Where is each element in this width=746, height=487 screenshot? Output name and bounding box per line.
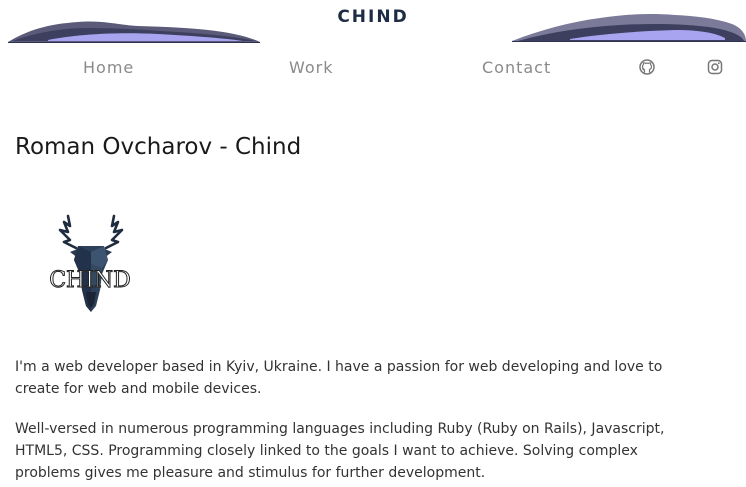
intro-paragraph: I'm a web developer based in Kyiv, Ukrai… xyxy=(15,359,663,397)
brand-logo: CHIND xyxy=(42,208,138,314)
page-title: Roman Ovcharov - Chind xyxy=(15,134,302,160)
skills-paragraph: Well-versed in numerous programming lang… xyxy=(15,421,665,481)
site-header: CHIND Home Work Contact xyxy=(0,0,746,92)
brand-logo-text: CHIND xyxy=(49,268,132,294)
github-icon[interactable] xyxy=(639,59,655,75)
mountain-right-decoration xyxy=(512,14,746,42)
instagram-icon[interactable] xyxy=(707,59,723,75)
nav-home-link[interactable]: Home xyxy=(83,58,134,77)
nav-contact-link[interactable]: Contact xyxy=(482,58,551,77)
deer-head-icon xyxy=(58,214,124,312)
nav-work-link[interactable]: Work xyxy=(289,58,334,77)
